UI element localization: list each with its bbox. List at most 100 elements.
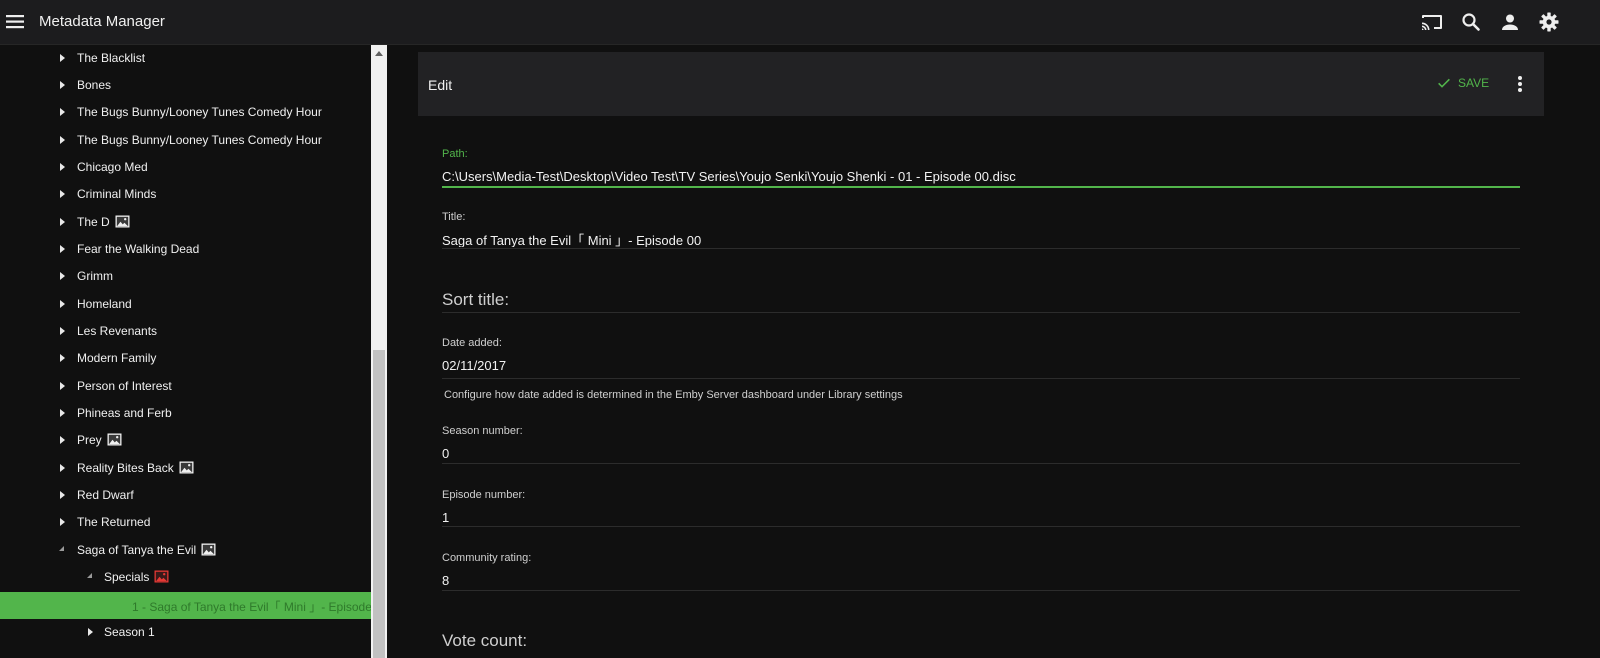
expand-arrow-icon[interactable] xyxy=(88,628,93,636)
tree-item-label: The Blacklist xyxy=(77,51,146,65)
season-number-field[interactable]: Season number: xyxy=(442,425,1520,465)
tree-item[interactable]: Fear the Walking Dead xyxy=(0,236,371,263)
expand-arrow-icon[interactable] xyxy=(60,436,65,444)
expand-arrow-icon[interactable] xyxy=(60,491,65,499)
expand-arrow-icon[interactable] xyxy=(60,245,65,253)
collapse-arrow-icon[interactable] xyxy=(87,573,92,578)
expand-arrow-icon[interactable] xyxy=(60,327,65,335)
sidebar-scrollbar[interactable] xyxy=(371,45,387,658)
field-underline xyxy=(442,378,1520,379)
expand-arrow-icon[interactable] xyxy=(60,272,65,280)
field-underline xyxy=(442,590,1520,591)
field-underline xyxy=(442,526,1520,527)
tree-item-label: Prey xyxy=(77,433,102,447)
tree-item[interactable]: The Blacklist xyxy=(0,45,371,72)
tree-item[interactable]: Person of Interest xyxy=(0,373,371,400)
tree-item[interactable]: Bones xyxy=(0,72,371,99)
tree-item-label: The D xyxy=(77,215,110,229)
expand-arrow-icon[interactable] xyxy=(60,108,65,116)
image-icon xyxy=(179,461,194,474)
episode-number-label: Episode number: xyxy=(442,489,526,501)
tree-item[interactable]: Modern Family xyxy=(0,345,371,372)
tree-item[interactable]: Chicago Med xyxy=(0,154,371,181)
expand-arrow-icon[interactable] xyxy=(60,382,65,390)
tree-item-label: Fear the Walking Dead xyxy=(77,242,200,256)
tree-item[interactable]: Les Revenants xyxy=(0,318,371,345)
tree-item[interactable]: Saga of Tanya the Evil xyxy=(0,537,371,564)
season-number-input[interactable] xyxy=(442,446,1520,461)
tree-item-label: Les Revenants xyxy=(77,324,158,338)
tree-item-label: The Bugs Bunny/Looney Tunes Comedy Hour xyxy=(77,105,322,119)
tree-item[interactable]: Reality Bites Back xyxy=(0,455,371,482)
expand-arrow-icon[interactable] xyxy=(60,218,65,226)
expand-arrow-icon[interactable] xyxy=(60,54,65,62)
page-title: Edit xyxy=(428,77,453,93)
title-input[interactable] xyxy=(442,232,1520,247)
date-added-field[interactable]: Date added: xyxy=(442,337,1520,381)
expand-arrow-icon[interactable] xyxy=(60,136,65,144)
expand-arrow-icon[interactable] xyxy=(60,81,65,89)
tree-item[interactable]: Phineas and Ferb xyxy=(0,400,371,427)
tree-item-label: Chicago Med xyxy=(77,160,148,174)
path-input[interactable] xyxy=(442,169,1520,184)
tree-item-label: Season 1 xyxy=(104,625,155,639)
vote-count-field[interactable]: Vote count: xyxy=(442,631,1520,655)
tree-item[interactable]: Specials xyxy=(0,564,371,591)
path-field[interactable]: Path: xyxy=(442,148,1520,188)
tree-item-label: Reality Bites Back xyxy=(77,461,174,475)
episode-number-field[interactable]: Episode number: xyxy=(442,489,1520,529)
more-vert-icon[interactable] xyxy=(1511,72,1529,96)
field-underline xyxy=(442,248,1520,249)
collapse-arrow-icon[interactable] xyxy=(59,546,64,551)
date-added-label: Date added: xyxy=(442,337,502,349)
expand-arrow-icon[interactable] xyxy=(60,464,65,472)
search-icon[interactable] xyxy=(1459,10,1483,34)
tree-item[interactable]: Red Dwarf xyxy=(0,482,371,509)
save-button-label: SAVE xyxy=(1458,76,1490,90)
scrollbar-thumb[interactable] xyxy=(373,350,385,658)
tree-item[interactable]: The Returned xyxy=(0,509,371,536)
editor-panel: Edit SAVE Path: Title: Sort title: Date … xyxy=(387,45,1600,658)
missing-image-icon xyxy=(154,570,169,583)
expand-arrow-icon[interactable] xyxy=(60,300,65,308)
tree-item[interactable]: Prey xyxy=(0,427,371,454)
cast-icon[interactable] xyxy=(1420,10,1444,34)
tree-item[interactable]: The Bugs Bunny/Looney Tunes Comedy Hour xyxy=(0,127,371,154)
expand-arrow-icon[interactable] xyxy=(60,190,65,198)
community-rating-input[interactable] xyxy=(442,573,1520,588)
gear-icon[interactable] xyxy=(1537,10,1561,34)
tree-item-label: Red Dwarf xyxy=(77,488,134,502)
season-number-label: Season number: xyxy=(442,425,523,437)
tree-item[interactable]: Grimm xyxy=(0,263,371,290)
tree-item-label: Bones xyxy=(77,78,112,92)
title-field[interactable]: Title: xyxy=(442,211,1520,251)
sort-title-label: Sort title: xyxy=(442,290,510,309)
image-icon xyxy=(201,543,216,556)
tree-item[interactable]: Criminal Minds xyxy=(0,181,371,208)
expand-arrow-icon[interactable] xyxy=(60,409,65,417)
tree-item[interactable]: The D xyxy=(0,209,371,236)
image-icon xyxy=(115,215,130,228)
tree-item-label: Modern Family xyxy=(77,351,157,365)
expand-arrow-icon[interactable] xyxy=(60,518,65,526)
community-rating-field[interactable]: Community rating: xyxy=(442,552,1520,592)
tree-item-label: Homeland xyxy=(77,297,132,311)
expand-arrow-icon[interactable] xyxy=(60,354,65,362)
app-header: Metadata Manager xyxy=(0,0,1600,45)
image-icon xyxy=(107,433,122,446)
menu-icon[interactable] xyxy=(4,10,26,32)
sort-title-field[interactable]: Sort title: xyxy=(442,290,1520,314)
tree-item-selected[interactable]: 1 - Saga of Tanya the Evil「 Mini 」- Epis… xyxy=(0,592,371,619)
tree-item[interactable]: The Bugs Bunny/Looney Tunes Comedy Hour xyxy=(0,99,371,126)
tree-item[interactable]: Season 1 xyxy=(0,619,371,646)
user-icon[interactable] xyxy=(1498,10,1522,34)
field-underline xyxy=(442,186,1520,188)
episode-number-input[interactable] xyxy=(442,510,1520,525)
tree-item[interactable]: Homeland xyxy=(0,291,371,318)
expand-arrow-icon[interactable] xyxy=(60,163,65,171)
check-icon xyxy=(1438,78,1450,88)
scroll-up-arrow-icon[interactable] xyxy=(375,51,383,56)
date-added-input[interactable] xyxy=(442,358,1520,373)
save-button[interactable]: SAVE xyxy=(1436,75,1489,93)
tree-item-label: 1 - Saga of Tanya the Evil「 Mini 」- Epis… xyxy=(132,600,371,614)
